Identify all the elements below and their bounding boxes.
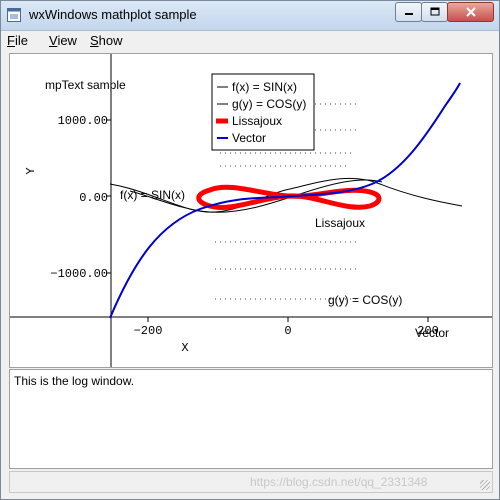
cos-curve-label: g(y) = COS(y): [328, 293, 402, 307]
log-window[interactable]: This is the log window.: [9, 369, 493, 469]
menu-show-label: how: [98, 33, 123, 48]
menu-file-accel: F: [7, 33, 15, 48]
y-tick-label: 1000.00: [58, 114, 108, 128]
menu-file-label: ile: [14, 33, 28, 48]
close-icon: [465, 7, 476, 17]
title-bar[interactable]: wxWindows mathplot sample: [1, 1, 499, 31]
sin-curve-label: f(x) = SIN(x): [120, 188, 185, 202]
maximize-button[interactable]: [421, 2, 448, 22]
app-icon: [7, 8, 21, 22]
watermark-text: https://blog.csdn.net/qq_2331348: [250, 475, 428, 489]
minimize-button[interactable]: [395, 2, 422, 22]
plot-canvas[interactable]: 1000.00 0.00 −1000.00 −200 0 200 X Y mpT…: [9, 53, 493, 368]
minimize-icon: [404, 13, 413, 15]
vector-curve-label: Vector: [415, 326, 449, 340]
resize-grip-icon[interactable]: [480, 480, 490, 490]
menu-show[interactable]: Show: [90, 33, 123, 48]
menu-show-accel: S: [90, 33, 99, 48]
y-tick-label: −1000.00: [50, 267, 108, 281]
status-bar: https://blog.csdn.net/qq_2331348: [9, 471, 493, 493]
x-axis-label: X: [181, 341, 188, 355]
mptext-label: mpText sample: [45, 78, 126, 92]
lissajoux-curve-label: Lissajoux: [315, 216, 365, 230]
x-tick-label: −200: [134, 324, 163, 338]
menu-view-label: iew: [57, 33, 77, 48]
maximize-icon: [430, 7, 439, 16]
menu-bar: File View Show: [1, 31, 499, 51]
legend-label-cos: g(y) = COS(y): [232, 97, 306, 111]
log-text: This is the log window.: [14, 374, 135, 388]
window-title: wxWindows mathplot sample: [29, 7, 197, 22]
legend-label-lissajoux: Lissajoux: [232, 114, 282, 128]
x-tick-label: 0: [284, 324, 291, 338]
menu-file[interactable]: File: [7, 33, 28, 48]
close-button[interactable]: [447, 2, 494, 22]
legend: f(x) = SIN(x) g(y) = COS(y) Lissajoux Ve…: [211, 73, 315, 151]
y-tick-label: 0.00: [79, 191, 108, 205]
legend-label-sin: f(x) = SIN(x): [232, 80, 297, 94]
y-axis-label: Y: [24, 167, 38, 174]
legend-label-vector: Vector: [232, 131, 266, 145]
app-window: wxWindows mathplot sample File View Show: [0, 0, 500, 500]
plot-svg: 1000.00 0.00 −1000.00 −200 0 200 X Y mpT…: [10, 54, 492, 367]
menu-view[interactable]: View: [49, 33, 77, 48]
